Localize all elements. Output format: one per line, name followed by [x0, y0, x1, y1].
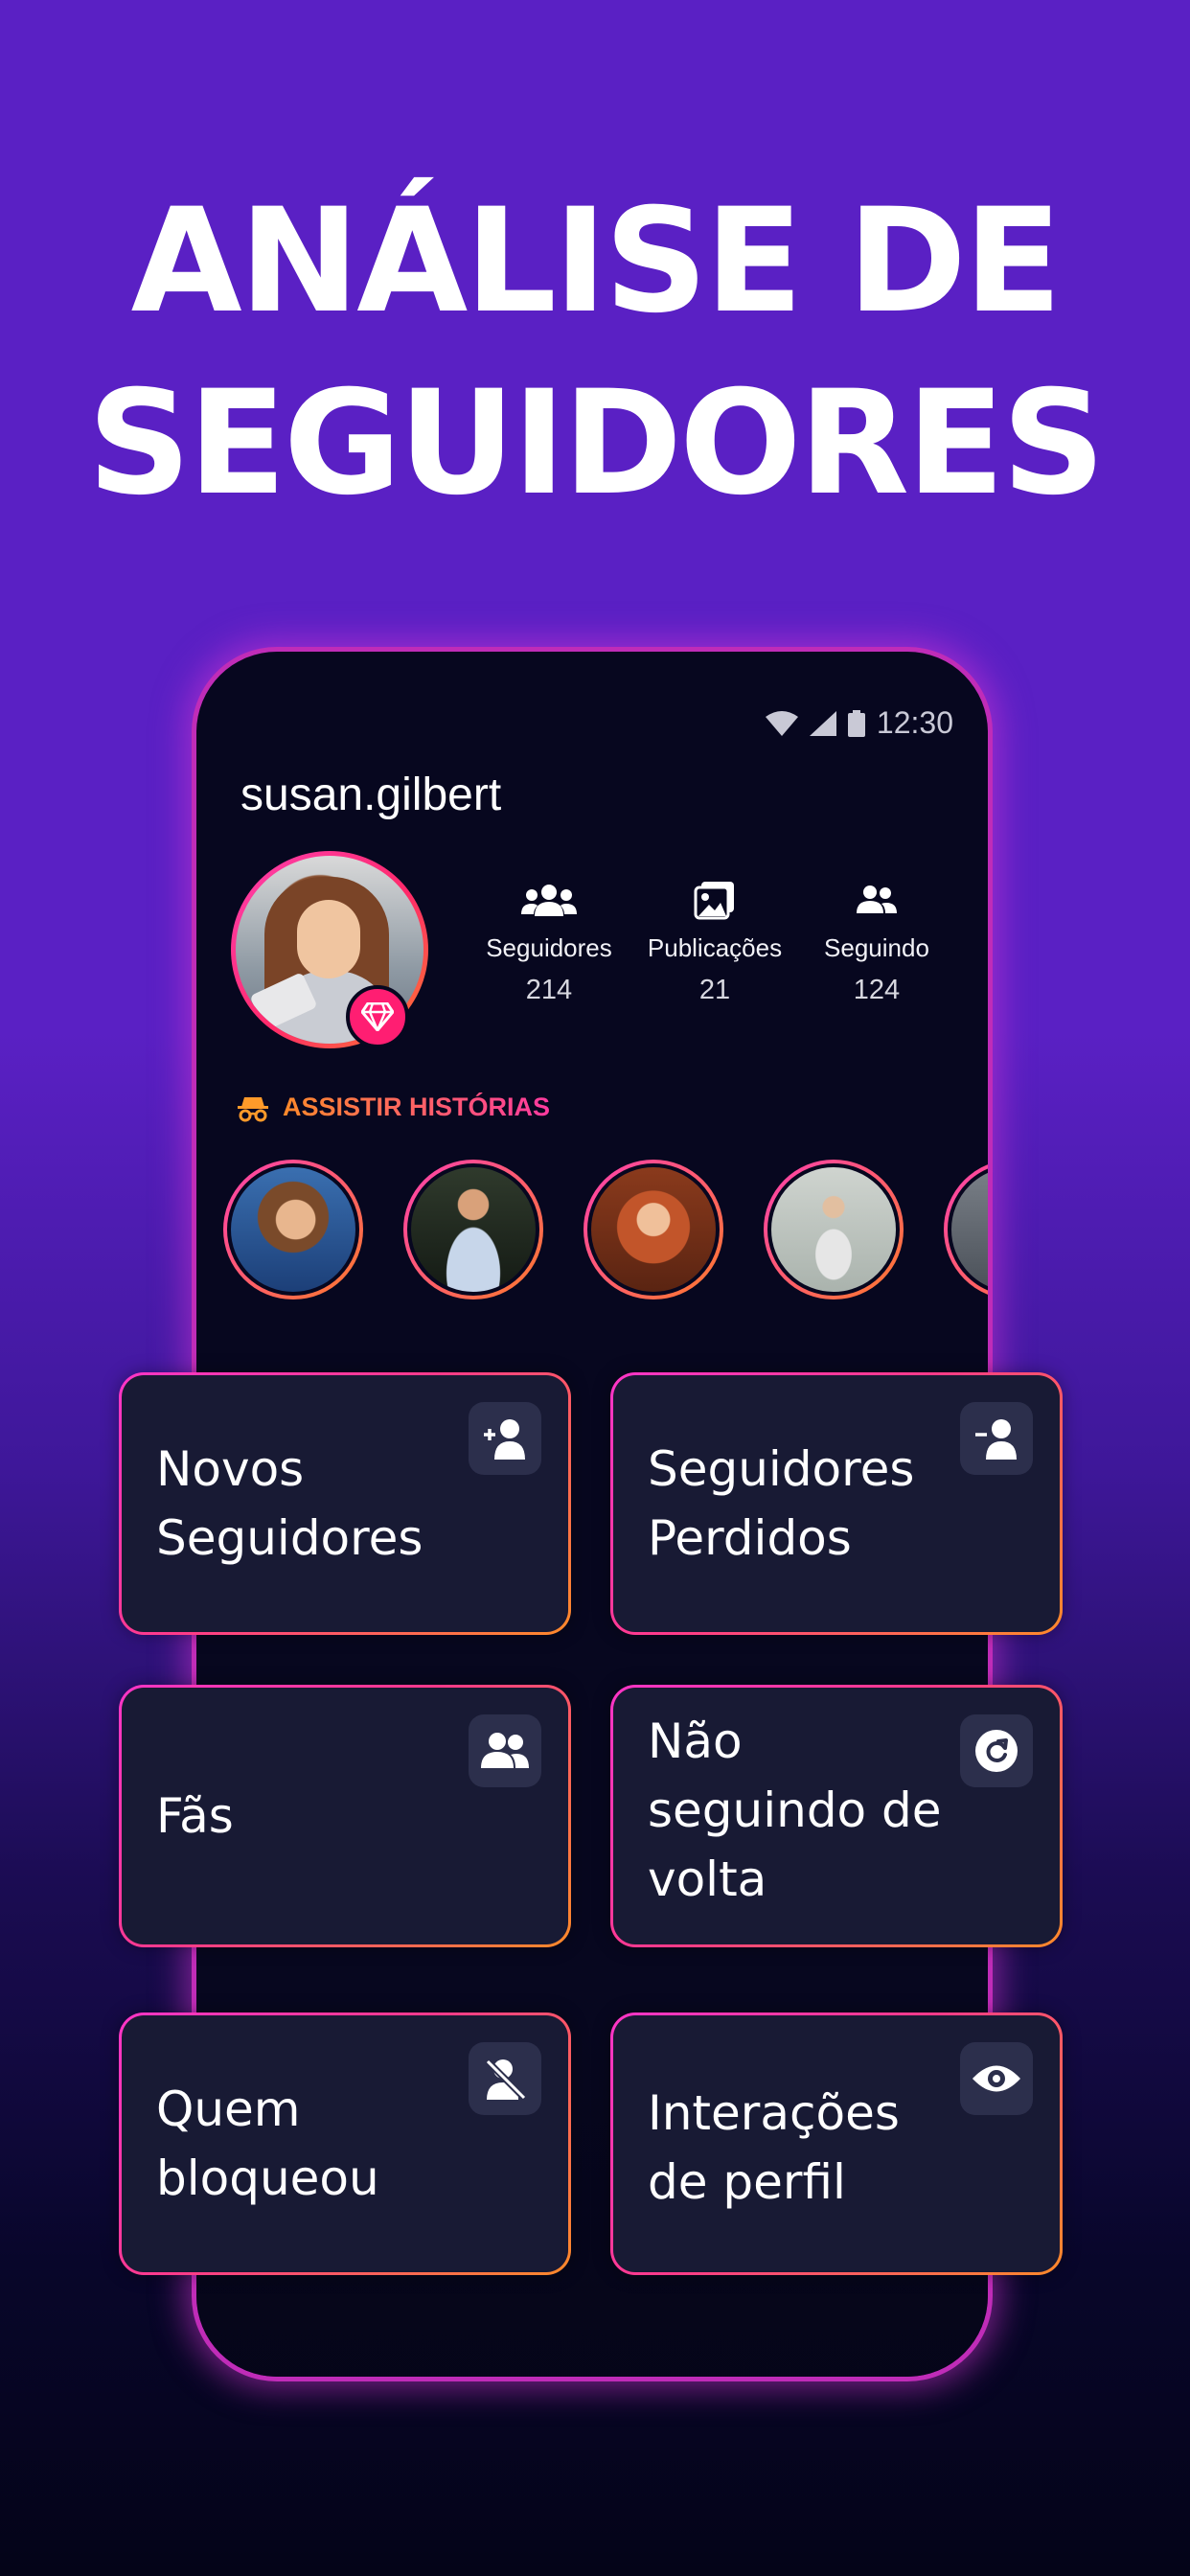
- wifi-icon: [765, 710, 798, 736]
- group-icon: [463, 880, 635, 920]
- spy-icon: [238, 1096, 268, 1121]
- refresh-icon: [960, 1714, 1033, 1787]
- headline-line-1: ANÁLISE DE: [130, 178, 1063, 345]
- card-label: Não seguindo de volta: [648, 1714, 942, 1907]
- people-icon: [469, 1714, 541, 1787]
- image-icon: [629, 880, 801, 920]
- diamond-icon: [346, 985, 409, 1048]
- stat-label: Seguindo: [824, 933, 929, 962]
- remove-person-icon: [960, 1402, 1033, 1475]
- blocked-person-icon: [469, 2042, 541, 2115]
- headline: ANÁLISE DE SEGUIDORES: [0, 171, 1190, 535]
- card-fas[interactable]: Fãs: [119, 1685, 571, 1947]
- signal-icon: [809, 710, 836, 736]
- card-novos-seguidores[interactable]: Novos Seguidores: [119, 1372, 571, 1635]
- card-label: Interações de perfil: [648, 2085, 900, 2210]
- stories-title: ASSISTIR HISTÓRIAS: [283, 1092, 551, 1121]
- story-avatar[interactable]: [403, 1160, 543, 1300]
- card-label: Fãs: [156, 1788, 234, 1844]
- headline-line-2: SEGUIDORES: [87, 360, 1105, 527]
- add-person-icon: [469, 1402, 541, 1475]
- stories-row: [223, 1160, 988, 1303]
- profile-username: susan.gilbert: [240, 770, 502, 820]
- stat-value: 214: [525, 975, 573, 1005]
- story-avatar[interactable]: [584, 1160, 723, 1300]
- stat-label: Publicações: [647, 933, 783, 962]
- card-label: Seguidores Perdidos: [648, 1441, 915, 1566]
- stat-seguidores[interactable]: Seguidores 214: [463, 880, 635, 1006]
- card-label: Novos Seguidores: [156, 1441, 423, 1566]
- card-nao-seguindo-de-volta[interactable]: Não seguindo de volta: [610, 1685, 1063, 1947]
- story-avatar[interactable]: [944, 1160, 988, 1300]
- story-avatar[interactable]: [764, 1160, 904, 1300]
- stories-header[interactable]: ASSISTIR HISTÓRIAS: [237, 1092, 550, 1122]
- stat-value: 21: [698, 975, 731, 1005]
- story-avatar[interactable]: [223, 1160, 363, 1300]
- status-time: 12:30: [876, 705, 953, 740]
- card-seguidores-perdidos[interactable]: Seguidores Perdidos: [610, 1372, 1063, 1635]
- battery-icon: [847, 709, 865, 737]
- stat-publicacoes[interactable]: Publicações 21: [629, 880, 801, 1006]
- card-label: Quem bloqueou: [156, 2082, 379, 2206]
- eye-icon: [960, 2042, 1033, 2115]
- status-bar: 12:30: [765, 705, 953, 741]
- two-people-icon: [790, 880, 963, 920]
- card-quem-bloqueou[interactable]: Quem bloqueou: [119, 2012, 571, 2275]
- stat-seguindo[interactable]: Seguindo 124: [790, 880, 963, 1006]
- card-interacoes-de-perfil[interactable]: Interações de perfil: [610, 2012, 1063, 2275]
- stat-value: 124: [853, 975, 901, 1005]
- stat-label: Seguidores: [486, 933, 612, 962]
